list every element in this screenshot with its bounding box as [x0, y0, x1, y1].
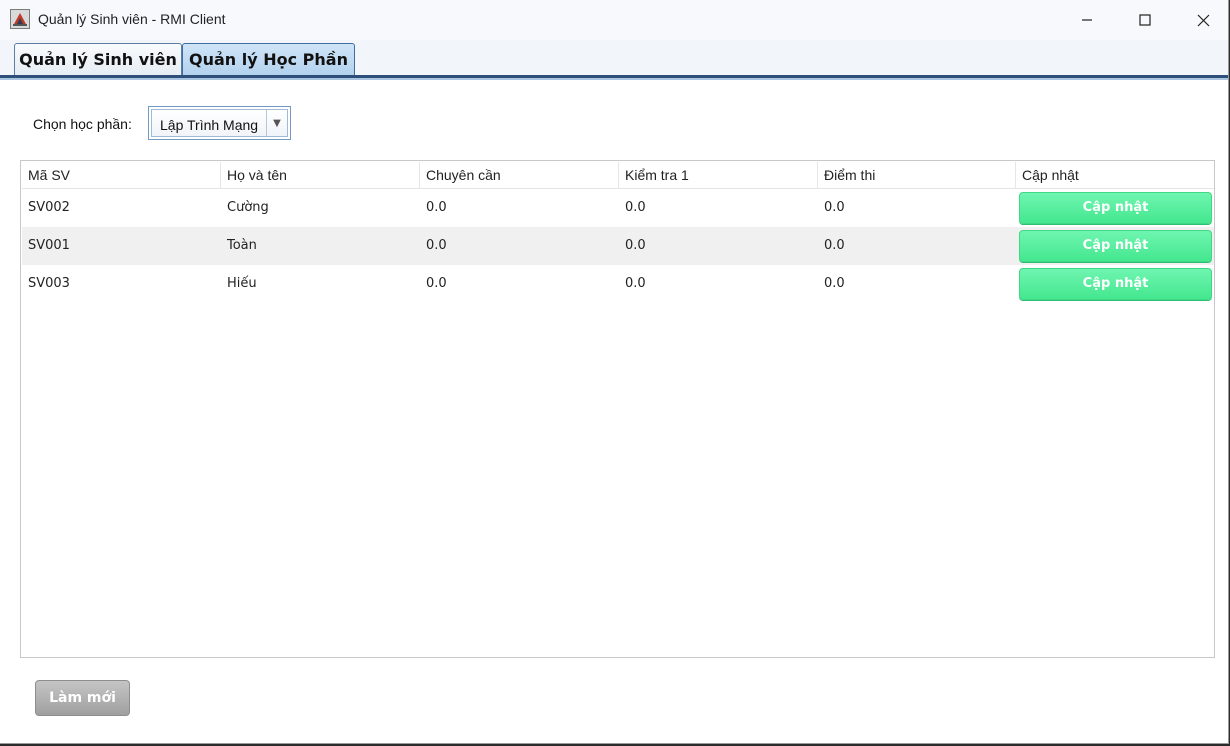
cell-exam[interactable]: 0.0 — [818, 227, 1016, 265]
cell-student-id: SV003 — [28, 276, 70, 291]
cell-attendance[interactable]: 0.0 — [420, 189, 619, 227]
tab-divider-highlight — [0, 78, 1228, 80]
cell-attendance[interactable]: 0.0 — [420, 265, 619, 303]
cell-test1[interactable]: 0.0 — [619, 189, 818, 227]
column-header-student-id[interactable]: Mã SV — [22, 162, 221, 188]
table-row[interactable]: SV001 Toàn 0.0 0.0 0.0 Cập nhật — [22, 227, 1214, 265]
column-header-exam[interactable]: Điểm thi — [818, 162, 1016, 188]
cell-full-name: Toàn — [227, 238, 257, 253]
cell-update: Cập nhật — [1016, 189, 1214, 227]
close-icon — [1197, 14, 1209, 26]
cell-update: Cập nhật — [1016, 265, 1214, 303]
window-title: Quản lý Sinh viên - RMI Client — [38, 11, 226, 27]
minimize-icon — [1082, 19, 1092, 21]
cell-update: Cập nhật — [1016, 227, 1214, 265]
cell-student-id: SV002 — [28, 200, 70, 215]
course-select[interactable]: Lập Trình Mạng ▼ — [148, 106, 291, 140]
cell-attendance[interactable]: 0.0 — [420, 227, 619, 265]
tab-student-management[interactable]: Quản lý Sinh viên — [14, 43, 182, 75]
column-header-attendance[interactable]: Chuyên cần — [420, 162, 619, 188]
minimize-button[interactable] — [1058, 0, 1116, 40]
tab-course-management[interactable]: Quản lý Học Phần — [182, 43, 355, 75]
course-picker-label: Chọn học phần: — [33, 116, 132, 132]
chevron-down-icon[interactable]: ▼ — [266, 110, 287, 136]
title-bar: Quản lý Sinh viên - RMI Client — [0, 0, 1228, 40]
cell-full-name: Hiếu — [227, 276, 257, 291]
column-header-update[interactable]: Cập nhật — [1016, 162, 1214, 188]
maximize-button[interactable] — [1116, 0, 1174, 40]
cell-test1[interactable]: 0.0 — [619, 265, 818, 303]
course-select-value: Lập Trình Mạng — [160, 117, 259, 133]
table-row[interactable]: SV003 Hiếu 0.0 0.0 0.0 Cập nhật — [22, 265, 1214, 303]
table-row[interactable]: SV002 Cường 0.0 0.0 0.0 Cập nhật — [22, 189, 1214, 227]
java-app-icon — [10, 9, 30, 29]
table-header: Mã SV Họ và tên Chuyên cần Kiểm tra 1 Đi… — [22, 162, 1214, 189]
refresh-button[interactable]: Làm mới — [35, 680, 130, 716]
cell-full-name: Cường — [227, 200, 269, 215]
update-button[interactable]: Cập nhật — [1019, 230, 1212, 262]
column-header-full-name[interactable]: Họ và tên — [221, 162, 420, 188]
cell-exam[interactable]: 0.0 — [818, 265, 1016, 303]
maximize-icon — [1139, 14, 1151, 26]
update-button[interactable]: Cập nhật — [1019, 268, 1212, 300]
close-button[interactable] — [1174, 0, 1230, 40]
app-window: Quản lý Sinh viên - RMI Client Quản lý S… — [0, 0, 1229, 744]
cell-test1[interactable]: 0.0 — [619, 227, 818, 265]
update-button[interactable]: Cập nhật — [1019, 192, 1212, 224]
column-header-test1[interactable]: Kiểm tra 1 — [619, 162, 818, 188]
cell-student-id: SV001 — [28, 238, 70, 253]
cell-exam[interactable]: 0.0 — [818, 189, 1016, 227]
grades-table: Mã SV Họ và tên Chuyên cần Kiểm tra 1 Đi… — [20, 160, 1215, 658]
